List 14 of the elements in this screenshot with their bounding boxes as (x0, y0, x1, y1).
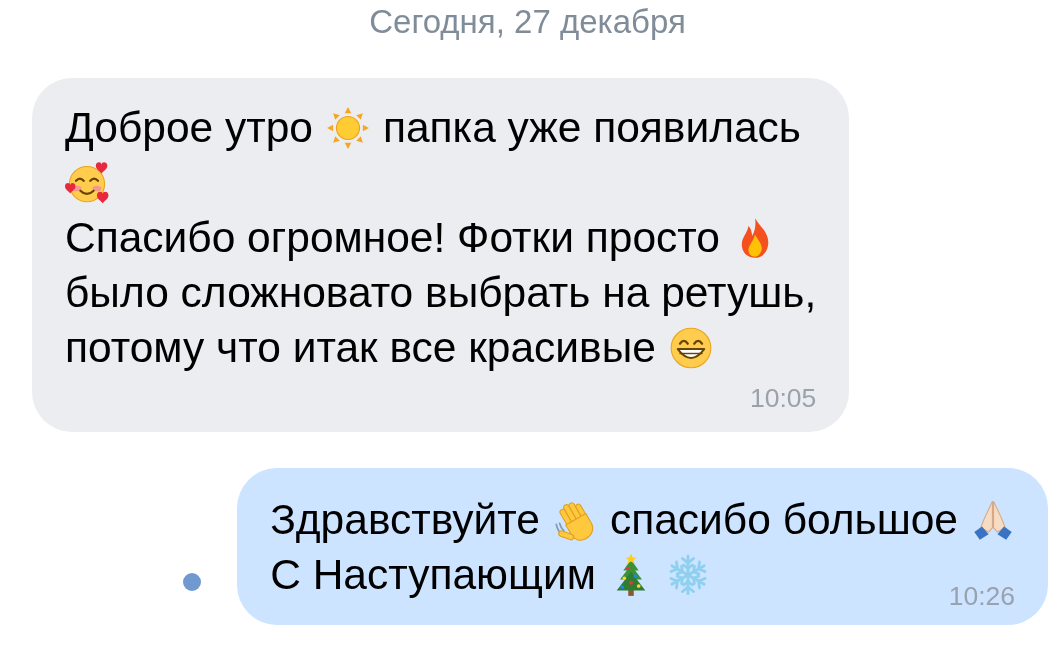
date-header: Сегодня, 27 декабря (369, 3, 686, 41)
grinning-face-icon (668, 325, 713, 370)
message-text: было сложновато выбрать на ретушь, (65, 267, 817, 318)
message-text: Доброе утро (65, 102, 313, 153)
message-text: С Наступающим (270, 549, 596, 600)
message-time: 10:05 (750, 383, 817, 413)
message-text: спасибо большое (609, 494, 958, 545)
message-text: Здравствуйте (270, 494, 540, 545)
message-text: папка уже появилась (382, 102, 801, 153)
message-text: Спасибо огромное! Фотки просто (65, 212, 720, 263)
smiling-face-with-hearts-icon (65, 160, 109, 205)
message-time: 10:26 (947, 581, 1015, 611)
message-text: потому что итак все красивые (65, 322, 656, 373)
sun-icon (325, 105, 370, 150)
